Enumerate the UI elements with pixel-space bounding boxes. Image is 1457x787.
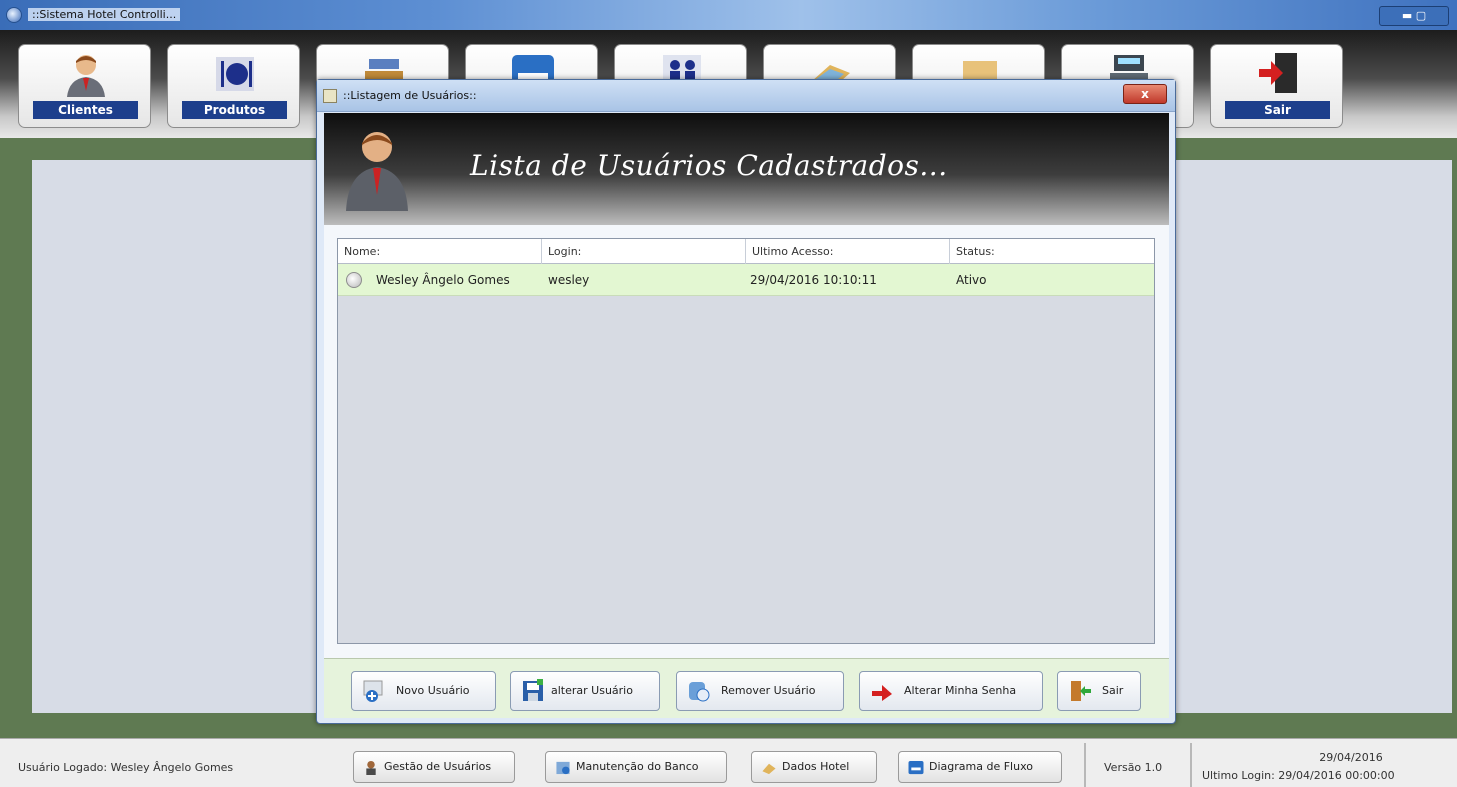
version-label: Versão 1.0 bbox=[1104, 761, 1163, 774]
user-row-icon bbox=[346, 272, 362, 288]
remover-usuario-button[interactable]: Remover Usuário bbox=[676, 671, 844, 711]
alterar-senha-label: Alterar Minha Senha bbox=[904, 684, 1017, 697]
gestao-usuarios-label: Gestão de Usuários bbox=[384, 760, 492, 773]
exit-door-icon bbox=[1259, 53, 1297, 93]
user-icon bbox=[366, 760, 376, 775]
toolbar-label-clientes: Clientes bbox=[33, 101, 138, 119]
table-header: Nome: Login: Ultimo Acesso: Status: bbox=[338, 239, 1154, 264]
diagrama-fluxo-button[interactable]: Diagrama de Fluxo bbox=[898, 751, 1062, 783]
window-controls[interactable]: ▬ ▢ bbox=[1379, 6, 1449, 26]
toolbar-label-produtos: Produtos bbox=[182, 101, 287, 119]
plate-cutlery-icon bbox=[216, 57, 254, 91]
novo-usuario-button[interactable]: Novo Usuário bbox=[351, 671, 496, 711]
column-header-ultimo-acesso[interactable]: Ultimo Acesso: bbox=[746, 239, 950, 264]
window-title: ::Sistema Hotel Controlli... bbox=[28, 8, 181, 21]
logged-user-label: Usuário Logado: Wesley Ângelo Gomes bbox=[18, 761, 234, 774]
dados-hotel-label: Dados Hotel bbox=[782, 760, 850, 773]
add-user-icon bbox=[363, 680, 383, 702]
dialog-title-bar: ::Listagem de Usuários:: x bbox=[317, 80, 1175, 112]
dados-hotel-button[interactable]: Dados Hotel bbox=[751, 751, 877, 783]
remove-database-icon bbox=[689, 682, 710, 702]
cell-status: Ativo bbox=[956, 273, 987, 287]
cell-ultimo-acesso: 29/04/2016 10:10:11 bbox=[750, 273, 877, 287]
table-row[interactable]: Wesley Ângelo Gomes wesley 29/04/2016 10… bbox=[338, 264, 1154, 296]
manutencao-banco-button[interactable]: Manutenção do Banco bbox=[545, 751, 727, 783]
bed-icon bbox=[908, 760, 924, 775]
status-bar: Usuário Logado: Wesley Ângelo Gomes Gest… bbox=[0, 738, 1457, 787]
person-icon bbox=[67, 55, 105, 97]
dialog-header-title: Lista de Usuários Cadastrados... bbox=[470, 149, 948, 182]
window-title-bar: ::Sistema Hotel Controlli... ▬ ▢ bbox=[0, 0, 1457, 30]
manutencao-banco-label: Manutenção do Banco bbox=[576, 760, 699, 773]
hotel-icon bbox=[762, 763, 776, 775]
toolbar-label-sair: Sair bbox=[1225, 101, 1330, 119]
users-table: Nome: Login: Ultimo Acesso: Status: Wesl… bbox=[337, 238, 1155, 644]
toolbar-button-clientes[interactable]: Clientes bbox=[18, 44, 151, 128]
exit-door-icon bbox=[1071, 681, 1091, 701]
toolbar-button-produtos[interactable]: Produtos bbox=[167, 44, 300, 128]
alterar-senha-button[interactable]: Alterar Minha Senha bbox=[859, 671, 1043, 711]
save-icon bbox=[523, 679, 543, 701]
novo-usuario-label: Novo Usuário bbox=[396, 684, 470, 697]
cell-login: wesley bbox=[548, 273, 590, 287]
database-icon bbox=[556, 761, 570, 775]
column-header-status[interactable]: Status: bbox=[950, 239, 1154, 264]
remover-usuario-label: Remover Usuário bbox=[721, 684, 816, 697]
toolbar-button-sair[interactable]: Sair bbox=[1210, 44, 1343, 128]
person-icon bbox=[346, 132, 408, 211]
app-icon bbox=[6, 7, 22, 23]
dialog-title: ::Listagem de Usuários:: bbox=[343, 89, 477, 102]
status-separator bbox=[1190, 743, 1192, 787]
arrow-right-icon bbox=[872, 685, 892, 701]
status-separator bbox=[1084, 743, 1086, 787]
dialog-close-button[interactable]: x bbox=[1123, 84, 1167, 104]
user-list-dialog: ::Listagem de Usuários:: x Lista de Usuá… bbox=[316, 79, 1176, 724]
cell-nome: Wesley Ângelo Gomes bbox=[376, 273, 510, 287]
column-header-login[interactable]: Login: bbox=[542, 239, 746, 264]
alterar-usuario-button[interactable]: alterar Usuário bbox=[510, 671, 660, 711]
gestao-usuarios-button[interactable]: Gestão de Usuários bbox=[353, 751, 515, 783]
last-login-label: Ultimo Login: 29/04/2016 00:00:00 bbox=[1202, 769, 1395, 782]
dialog-sair-label: Sair bbox=[1102, 684, 1124, 697]
dialog-sair-button[interactable]: Sair bbox=[1057, 671, 1141, 711]
dialog-header: Lista de Usuários Cadastrados... bbox=[324, 113, 1169, 225]
dialog-button-bar: Novo Usuário alterar Usuário Remover Usu… bbox=[324, 658, 1169, 718]
dialog-app-icon bbox=[323, 89, 337, 103]
column-header-nome[interactable]: Nome: bbox=[338, 239, 542, 264]
diagrama-fluxo-label: Diagrama de Fluxo bbox=[929, 760, 1033, 773]
alterar-usuario-label: alterar Usuário bbox=[551, 684, 633, 697]
current-date: 29/04/2016 bbox=[1319, 751, 1383, 764]
